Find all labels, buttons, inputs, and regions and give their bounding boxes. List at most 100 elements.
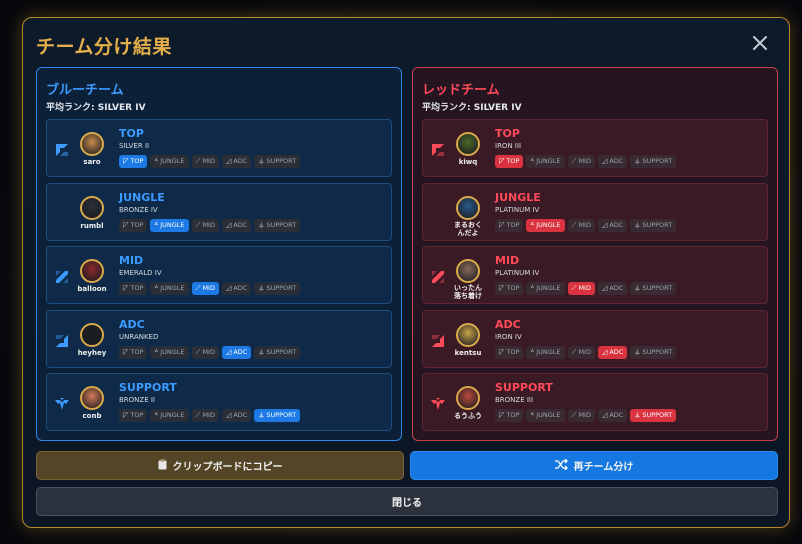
role-chip-support[interactable]: ⚶ SUPPORT (630, 218, 677, 232)
role-chip-adc[interactable]: ◿ ADC (221, 345, 252, 359)
support-icon: ⚶ (258, 347, 265, 356)
role-chip-adc[interactable]: ◿ ADC (221, 218, 252, 232)
role-chip-group: ◸ TOP ᐞ JUNGLE ⟋ MID ◿ ADC ⚶ SUPPORT (119, 155, 301, 168)
reshuffle-button[interactable]: 再チーム分け (410, 451, 778, 480)
role-chip-adc[interactable]: ◿ ADC (221, 282, 252, 295)
role-chip-mid[interactable]: ⟋ MID (191, 345, 219, 359)
role-chip-label: TOP (506, 347, 520, 356)
role-chip-top[interactable]: ◸ TOP (119, 282, 148, 295)
role-chip-label: SUPPORT (266, 284, 297, 292)
role-chip-mid[interactable]: ⟋ MID (567, 282, 595, 295)
mid-icon: ⟋ (571, 157, 577, 165)
top-role-icon (431, 142, 445, 156)
role-chip-mid[interactable]: ⟋ MID (567, 155, 595, 168)
role-chip-adc[interactable]: ◿ ADC (597, 155, 628, 168)
blue-team-title: ブルーチーム (46, 83, 124, 98)
role-chip-support[interactable]: ⚶ SUPPORT (254, 218, 301, 232)
player-rank: SILVER II (119, 142, 150, 150)
role-chip-label: MID (202, 157, 215, 165)
role-chip-support[interactable]: ⚶ SUPPORT (254, 155, 301, 168)
role-chip-jungle[interactable]: ᐞ JUNGLE (526, 282, 565, 295)
red-team-panel: レッドチーム 平均ランク: SILVER IV kiwq TOP IRON III ◸… (412, 67, 778, 441)
player-name: kentsu (454, 348, 482, 357)
role-chip-adc[interactable]: ◿ ADC (221, 409, 252, 422)
top-icon: ◸ (123, 411, 129, 419)
role-chip-adc[interactable]: ◿ ADC (597, 282, 628, 295)
copy-to-clipboard-button[interactable]: クリップボードにコピー (36, 451, 404, 480)
role-chip-support[interactable]: ⚶ SUPPORT (630, 282, 677, 295)
role-chip-mid[interactable]: ⟋ MID (191, 409, 219, 422)
role-chip-label: JUNGLE (160, 220, 185, 229)
role-chip-adc[interactable]: ◿ ADC (597, 409, 628, 422)
role-chip-jungle[interactable]: ᐞ JUNGLE (526, 155, 565, 168)
role-chip-adc[interactable]: ◿ ADC (597, 345, 628, 359)
role-chip-label: ADC (609, 220, 624, 229)
role-chip-jungle[interactable]: ᐞ JUNGLE (150, 218, 189, 232)
role-chip-jungle[interactable]: ᐞ JUNGLE (150, 155, 189, 168)
adc-icon: ◿ (225, 347, 232, 356)
role-chip-mid[interactable]: ⟋ MID (567, 409, 595, 422)
avatar (456, 195, 480, 220)
red-team-title: レッドチーム (422, 83, 500, 98)
close-button-label: 閉じる (392, 498, 422, 509)
role-chip-top[interactable]: ◸ TOP (495, 345, 524, 359)
role-chip-support[interactable]: ⚶ SUPPORT (630, 409, 677, 422)
player-name-line: まるおく (454, 220, 482, 229)
blue-player-row-mid: balloon MID EMERALD IV ◸ TOP ᐞ JUNGLE ⟋ MID ◿ ADC ⚶… (46, 246, 392, 304)
role-chip-support[interactable]: ⚶ SUPPORT (630, 155, 677, 168)
close-icon[interactable] (749, 32, 771, 54)
role-chip-jungle[interactable]: ᐞ JUNGLE (150, 409, 189, 422)
role-chip-support[interactable]: ⚶ SUPPORT (254, 282, 301, 295)
role-chip-support[interactable]: ⚶ SUPPORT (254, 345, 301, 359)
role-chip-top[interactable]: ◸ TOP (119, 345, 148, 359)
role-chip-mid[interactable]: ⟋ MID (191, 155, 219, 168)
avatar (456, 132, 480, 156)
role-chip-label: MID (202, 411, 215, 419)
role-chip-label: MID (578, 157, 591, 165)
role-chip-group: ◸ TOP ᐞ JUNGLE ⟋ MID ◿ ADC ⚶ SUPPORT (495, 218, 677, 232)
role-chip-mid[interactable]: ⟋ MID (191, 282, 219, 295)
role-chip-label: SUPPORT (266, 347, 297, 356)
role-chip-top[interactable]: ◸ TOP (495, 218, 524, 232)
role-chip-jungle[interactable]: ᐞ JUNGLE (526, 218, 565, 232)
role-chip-jungle[interactable]: ᐞ JUNGLE (150, 345, 189, 359)
role-chip-top[interactable]: ◸ TOP (495, 282, 524, 295)
role-chip-top[interactable]: ◸ TOP (495, 155, 524, 168)
top-role-icon (55, 142, 69, 156)
role-chip-adc[interactable]: ◿ ADC (221, 155, 252, 168)
role-chip-top[interactable]: ◸ TOP (495, 409, 524, 422)
mid-icon: ⟋ (571, 284, 577, 292)
role-chip-mid[interactable]: ⟋ MID (191, 218, 219, 232)
role-chip-label: TOP (506, 411, 520, 419)
role-chip-group: ◸ TOP ᐞ JUNGLE ⟋ MID ◿ ADC ⚶ SUPPORT (119, 282, 301, 295)
role-chip-mid[interactable]: ⟋ MID (567, 345, 595, 359)
role-chip-adc[interactable]: ◿ ADC (597, 218, 628, 232)
close-button[interactable]: 閉じる (36, 487, 778, 516)
blue-player-row-support: conb SUPPORT BRONZE II ◸ TOP ᐞ JUNGLE ⟋ MID ◿ ADC ⚶… (46, 373, 392, 431)
support-role-icon (55, 396, 69, 410)
role-chip-label: TOP (506, 220, 520, 229)
blue-team-roster: saro TOP SILVER II ◸ TOP ᐞ JUNGLE ⟋ MID ◿ ADC ⚶ SUPP… (46, 119, 392, 437)
role-chip-top[interactable]: ◸ TOP (119, 409, 148, 422)
player-name: saro (83, 158, 101, 166)
role-chip-jungle[interactable]: ᐞ JUNGLE (526, 409, 565, 422)
role-chip-label: ADC (609, 284, 624, 292)
assigned-role: MID (119, 254, 144, 267)
role-chip-label: TOP (130, 411, 144, 419)
role-chip-jungle[interactable]: ᐞ JUNGLE (526, 345, 565, 359)
player-name: kiwq (458, 158, 478, 166)
assigned-role: SUPPORT (495, 381, 553, 394)
player-rank: IRON IV (495, 332, 522, 341)
top-icon: ◸ (123, 284, 129, 292)
role-chip-label: MID (202, 347, 215, 356)
role-chip-mid[interactable]: ⟋ MID (567, 218, 595, 232)
role-chip-support[interactable]: ⚶ SUPPORT (630, 345, 677, 359)
top-icon: ◸ (499, 411, 505, 419)
role-chip-top[interactable]: ◸ TOP (119, 218, 148, 232)
role-chip-jungle[interactable]: ᐞ JUNGLE (150, 282, 189, 295)
mid-role-icon (55, 269, 69, 283)
jungle-icon: ᐞ (154, 157, 159, 165)
role-chip-support[interactable]: ⚶ SUPPORT (254, 409, 301, 422)
role-chip-top[interactable]: ◸ TOP (119, 155, 148, 168)
role-chip-label: SUPPORT (642, 411, 673, 419)
